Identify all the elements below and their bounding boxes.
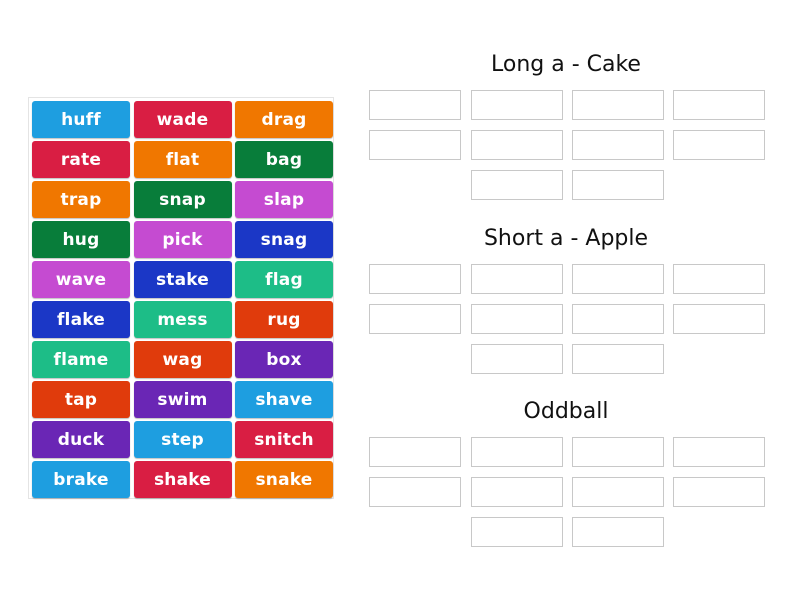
drop-slot[interactable] — [471, 90, 563, 120]
drop-slot[interactable] — [471, 437, 563, 467]
drop-slot[interactable] — [572, 517, 664, 547]
word-tile[interactable]: flake — [32, 301, 130, 338]
drop-slot[interactable] — [369, 304, 461, 334]
word-tile[interactable]: hug — [32, 221, 130, 258]
word-tile[interactable]: huff — [32, 101, 130, 138]
group-sort-activity: huff wade drag rate flat bag trap snap slap hug pi… — [0, 0, 800, 600]
word-tile[interactable]: snake — [235, 461, 333, 498]
word-tile[interactable]: trap — [32, 181, 130, 218]
drop-slot[interactable] — [572, 437, 664, 467]
drop-slot[interactable] — [471, 344, 563, 374]
drop-slot[interactable] — [369, 130, 461, 160]
drop-slot[interactable] — [369, 90, 461, 120]
drop-slot[interactable] — [471, 130, 563, 160]
drop-slot[interactable] — [572, 90, 664, 120]
drop-slot[interactable] — [471, 304, 563, 334]
word-tile[interactable]: pick — [133, 221, 232, 258]
drop-slot[interactable] — [572, 304, 664, 334]
word-tile[interactable]: rate — [32, 141, 130, 178]
drop-slot[interactable] — [471, 170, 563, 200]
word-tile[interactable]: drag — [235, 101, 333, 138]
drop-slot[interactable] — [369, 437, 461, 467]
drop-slot[interactable] — [673, 437, 765, 467]
word-tile[interactable]: box — [235, 341, 333, 378]
drop-slot[interactable] — [369, 264, 461, 294]
word-tile[interactable]: swim — [133, 381, 232, 418]
word-tile[interactable]: shave — [235, 381, 333, 418]
drop-slot[interactable] — [673, 477, 765, 507]
word-tile[interactable]: slap — [235, 181, 333, 218]
word-tile[interactable]: brake — [32, 461, 130, 498]
word-tile[interactable]: tap — [32, 381, 130, 418]
tile-pool: huff wade drag rate flat bag trap snap slap hug pi… — [28, 97, 334, 499]
word-tile[interactable]: flat — [133, 141, 232, 178]
word-tile[interactable]: snitch — [235, 421, 333, 458]
word-tile[interactable]: duck — [32, 421, 130, 458]
word-tile[interactable]: bag — [235, 141, 333, 178]
drop-slot[interactable] — [572, 170, 664, 200]
group-title: Oddball — [523, 399, 609, 424]
group-oddball: Oddball — [369, 397, 765, 547]
word-tile[interactable]: stake — [133, 261, 232, 298]
group-title: Long a - Cake — [491, 52, 641, 77]
word-tile[interactable]: mess — [133, 301, 232, 338]
drop-slot[interactable] — [369, 477, 461, 507]
word-tile[interactable]: flame — [32, 341, 130, 378]
drop-slot[interactable] — [572, 344, 664, 374]
drop-slot[interactable] — [572, 130, 664, 160]
word-tile[interactable]: flag — [235, 261, 333, 298]
drop-slot[interactable] — [572, 264, 664, 294]
word-tile[interactable]: rug — [235, 301, 333, 338]
group-title: Short a - Apple — [483, 226, 649, 251]
drop-slot[interactable] — [572, 477, 664, 507]
word-tile[interactable]: wag — [133, 341, 232, 378]
drop-slot[interactable] — [673, 304, 765, 334]
word-tile[interactable]: step — [133, 421, 232, 458]
word-tile[interactable]: wade — [133, 101, 232, 138]
drop-slot[interactable] — [471, 477, 563, 507]
drop-slot[interactable] — [471, 264, 563, 294]
group-long-a-cake: Long a - Cake — [369, 50, 765, 200]
drop-slot[interactable] — [471, 517, 563, 547]
word-tile[interactable]: wave — [32, 261, 130, 298]
word-tile[interactable]: snag — [235, 221, 333, 258]
word-tile[interactable]: shake — [133, 461, 232, 498]
drop-slot[interactable] — [673, 130, 765, 160]
tile-grid: huff wade drag rate flat bag trap snap slap hug pi… — [32, 101, 333, 498]
word-tile[interactable]: snap — [133, 181, 232, 218]
drop-slot[interactable] — [673, 264, 765, 294]
drop-slot[interactable] — [673, 90, 765, 120]
group-short-a-apple: Short a - Apple — [369, 224, 765, 374]
